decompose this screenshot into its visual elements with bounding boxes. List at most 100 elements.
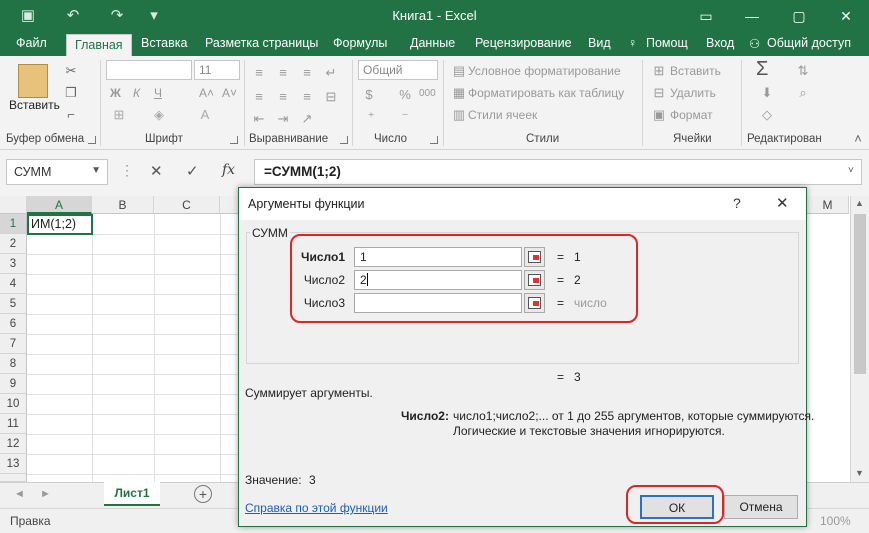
align-left-icon[interactable]: ≡ xyxy=(250,88,268,106)
close-dialog-icon[interactable]: ✕ xyxy=(776,194,789,212)
italic-icon[interactable]: К xyxy=(133,86,140,100)
next-sheet-icon[interactable]: ► xyxy=(40,488,51,500)
cancel-entry-icon[interactable]: ✕ xyxy=(150,162,163,180)
font-size-box[interactable]: 11 xyxy=(194,60,240,80)
tab-review[interactable]: Рецензирование xyxy=(475,36,572,50)
select-all-corner[interactable] xyxy=(0,196,27,214)
sort-filter-icon[interactable]: ⇅ xyxy=(794,62,812,80)
tab-tell-me[interactable]: Помощ xyxy=(646,36,688,50)
format-cells-button[interactable]: Формат xyxy=(670,108,713,122)
clipboard-launcher-icon[interactable] xyxy=(88,136,96,144)
paste-icon[interactable] xyxy=(18,64,48,98)
row-header-5[interactable]: 5 xyxy=(0,294,27,314)
zoom-level[interactable]: 100% xyxy=(820,514,851,528)
format-as-table-button[interactable]: Форматировать как таблицу xyxy=(468,86,624,100)
align-top-icon[interactable]: ≡ xyxy=(250,64,268,82)
row-header-2[interactable]: 2 xyxy=(0,234,27,254)
number-launcher-icon[interactable] xyxy=(430,136,438,144)
maximize-icon[interactable]: ▢ xyxy=(781,4,817,28)
cell-styles-icon[interactable]: ▥ xyxy=(450,106,468,124)
align-center-icon[interactable]: ≡ xyxy=(274,88,292,106)
confirm-entry-icon[interactable]: ✓ xyxy=(186,162,199,180)
row-header-13[interactable]: 13 xyxy=(0,454,27,474)
column-header-c[interactable]: C xyxy=(154,196,220,214)
share-button[interactable]: Общий доступ xyxy=(767,36,851,50)
prev-sheet-icon[interactable]: ◄ xyxy=(14,488,25,500)
comma-style-icon[interactable]: 000 xyxy=(419,88,436,99)
alignment-launcher-icon[interactable] xyxy=(340,136,348,144)
vertical-scrollbar[interactable]: ▲ ▼ xyxy=(850,196,869,482)
formula-input[interactable]: =СУММ(1;2) xyxy=(254,159,862,185)
chevron-down-icon[interactable]: ▼ xyxy=(91,165,101,176)
sheet-tab-list1[interactable]: Лист1 xyxy=(104,482,160,506)
column-header-d[interactable] xyxy=(220,196,240,214)
autosum-icon[interactable]: Σ xyxy=(756,58,768,81)
row-header-3[interactable]: 3 xyxy=(0,254,27,274)
scrollbar-thumb[interactable] xyxy=(854,214,866,374)
cancel-button[interactable]: Отмена xyxy=(724,495,798,519)
name-box[interactable]: СУММ ▼ xyxy=(6,159,108,185)
close-window-icon[interactable]: ✕ xyxy=(828,4,864,28)
increase-indent-icon[interactable]: ⇥ xyxy=(274,110,292,128)
decrease-font-icon[interactable]: A˅ xyxy=(222,86,237,100)
row-header-10[interactable]: 10 xyxy=(0,394,27,414)
ribbon-display-icon[interactable]: ▭ xyxy=(688,4,724,28)
row-header-7[interactable]: 7 xyxy=(0,334,27,354)
conditional-formatting-button[interactable]: Условное форматирование xyxy=(468,64,621,78)
tab-data[interactable]: Данные xyxy=(410,36,455,50)
column-header-b[interactable]: B xyxy=(92,196,154,214)
row-header-11[interactable]: 11 xyxy=(0,414,27,434)
fill-color-icon[interactable]: ◈ xyxy=(150,106,168,124)
tab-home[interactable]: Главная xyxy=(66,34,132,56)
font-launcher-icon[interactable] xyxy=(230,136,238,144)
decrease-decimal-icon[interactable]: ⁻ xyxy=(396,108,414,126)
font-color-icon[interactable]: A xyxy=(196,106,214,124)
row-header-8[interactable]: 8 xyxy=(0,354,27,374)
align-right-icon[interactable]: ≡ xyxy=(298,88,316,106)
copy-icon[interactable]: ❐ xyxy=(62,84,80,102)
number-format-box[interactable]: Общий xyxy=(358,60,438,80)
format-as-table-icon[interactable]: ▦ xyxy=(450,84,468,102)
borders-icon[interactable]: ⊞ xyxy=(110,106,128,124)
font-name-box[interactable] xyxy=(106,60,192,80)
minimize-icon[interactable]: — xyxy=(734,4,770,28)
find-select-icon[interactable]: ⌕ xyxy=(794,84,812,102)
active-cell-a1[interactable]: ИМ(1;2) xyxy=(27,214,93,235)
conditional-formatting-icon[interactable]: ▤ xyxy=(450,62,468,80)
insert-cells-button[interactable]: Вставить xyxy=(670,64,721,78)
expand-formula-icon[interactable]: ˅ xyxy=(848,165,854,176)
column-header-a[interactable]: A xyxy=(27,196,92,214)
percent-icon[interactable]: % xyxy=(396,86,414,104)
increase-font-icon[interactable]: A˄ xyxy=(199,86,214,100)
wrap-text-icon[interactable]: ↵ xyxy=(322,64,340,82)
tab-file[interactable]: Файл xyxy=(16,36,47,50)
row-header-1[interactable]: 1 xyxy=(0,214,27,234)
help-icon[interactable]: ? xyxy=(733,195,741,211)
delete-cells-icon[interactable]: ⊟ xyxy=(650,84,668,102)
row-header-6[interactable]: 6 xyxy=(0,314,27,334)
row-header-14[interactable] xyxy=(0,474,27,482)
delete-cells-button[interactable]: Удалить xyxy=(670,86,716,100)
scroll-up-icon[interactable]: ▲ xyxy=(855,198,864,208)
row-header-9[interactable]: 9 xyxy=(0,374,27,394)
currency-icon[interactable]: $ xyxy=(360,86,378,104)
align-middle-icon[interactable]: ≡ xyxy=(274,64,292,82)
function-help-link[interactable]: Справка по этой функции xyxy=(245,501,388,515)
add-sheet-icon[interactable]: + xyxy=(194,485,212,503)
tab-page-layout[interactable]: Разметка страницы xyxy=(205,36,318,50)
clear-icon[interactable]: ◇ xyxy=(758,106,776,124)
tab-insert[interactable]: Вставка xyxy=(141,36,187,50)
scroll-down-icon[interactable]: ▼ xyxy=(855,468,864,478)
paste-button[interactable]: Вставить xyxy=(9,98,60,112)
align-bottom-icon[interactable]: ≡ xyxy=(298,64,316,82)
row-header-4[interactable]: 4 xyxy=(0,274,27,294)
bold-icon[interactable]: Ж xyxy=(110,86,121,100)
decrease-indent-icon[interactable]: ⇤ xyxy=(250,110,268,128)
insert-function-icon[interactable]: fx xyxy=(222,162,235,178)
cut-icon[interactable]: ✂ xyxy=(62,62,80,80)
fill-icon[interactable]: ⬇ xyxy=(758,84,776,102)
cell-styles-button[interactable]: Стили ячеек xyxy=(468,108,537,122)
row-header-12[interactable]: 12 xyxy=(0,434,27,454)
insert-cells-icon[interactable]: ⊞ xyxy=(650,62,668,80)
merge-icon[interactable]: ⊟ xyxy=(322,88,340,106)
